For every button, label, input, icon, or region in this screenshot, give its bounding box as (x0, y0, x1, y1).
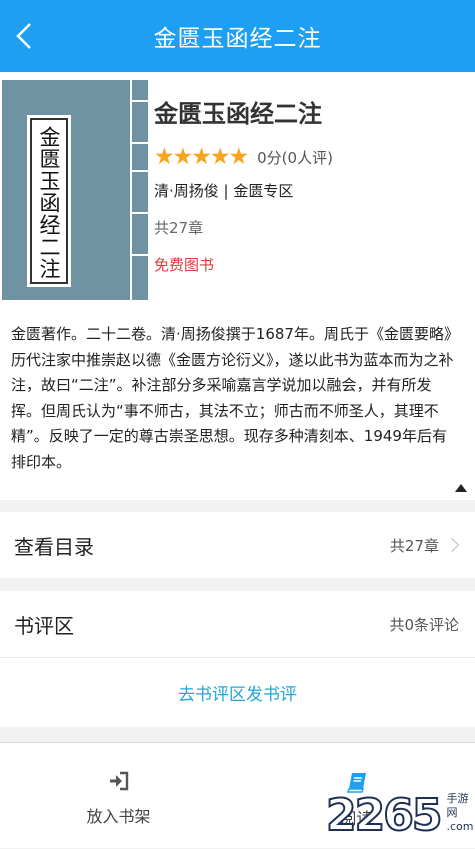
login-arrow-icon (109, 771, 128, 791)
star-icon: ★ (154, 144, 175, 170)
back-arrow-icon[interactable] (10, 18, 40, 54)
watermark-logo: 2265 手游网 .com (325, 790, 475, 841)
shelf-label: 放入书架 (86, 807, 151, 826)
toc-row[interactable]: 查看目录 共27章 (0, 512, 475, 578)
watermark-site-url: .com (446, 820, 474, 833)
star-icon: ★ (228, 144, 250, 170)
book-info-card: 金匮玉函经二注 金匮玉函经二注 ★★★★★ 0分(0人评) 清·周扬俊 | 金匮… (0, 72, 475, 314)
watermark-number: 2265 (325, 790, 443, 841)
toc-count: 共27章 (389, 536, 439, 555)
star-icon: ★ (172, 144, 194, 170)
collapse-triangle-icon[interactable] (455, 484, 467, 492)
add-to-shelf-button[interactable]: 放入书架 (0, 743, 237, 849)
watermark-site-name: 手游网 (446, 792, 469, 819)
toc-label: 查看目录 (14, 534, 94, 559)
free-book-label: 免费图书 (154, 256, 215, 274)
rating: ★★★★★ 0分(0人评) (154, 144, 333, 170)
cover-title-text: 金匮玉函经二注 (37, 126, 61, 280)
star-icon: ★ (191, 144, 212, 170)
cover-binding (130, 80, 148, 300)
rating-stars: ★★★★★ (154, 144, 250, 170)
reviews-row[interactable]: 书评区 共0条评论 (0, 591, 475, 657)
rating-score: 0分(0人评) (257, 148, 333, 167)
book-title: 金匮玉函经二注 (154, 100, 322, 128)
top-bar: 金匮玉函经二注 (0, 0, 475, 72)
star-icon: ★ (209, 144, 231, 170)
chapter-count: 共27章 (154, 219, 204, 237)
post-review-link[interactable]: 去书评区发书评 (0, 657, 475, 727)
cover-title-label: 金匮玉函经二注 (27, 115, 71, 287)
book-cover[interactable]: 金匮玉函经二注 (2, 80, 148, 300)
description-text: 金匮著作。二十二卷。清·周扬俊撰于1687年。周氏于《金匮要略》历代注家中推崇赵… (11, 325, 459, 471)
book-description: 金匮著作。二十二卷。清·周扬俊撰于1687年。周氏于《金匮要略》历代注家中推崇赵… (0, 314, 475, 500)
reviews-label: 书评区 (14, 613, 74, 638)
chevron-right-icon (444, 537, 460, 553)
author-line: 清·周扬俊 | 金匮专区 (154, 182, 294, 200)
page-title: 金匮玉函经二注 (153, 26, 322, 52)
reviews-count: 共0条评论 (389, 615, 459, 634)
